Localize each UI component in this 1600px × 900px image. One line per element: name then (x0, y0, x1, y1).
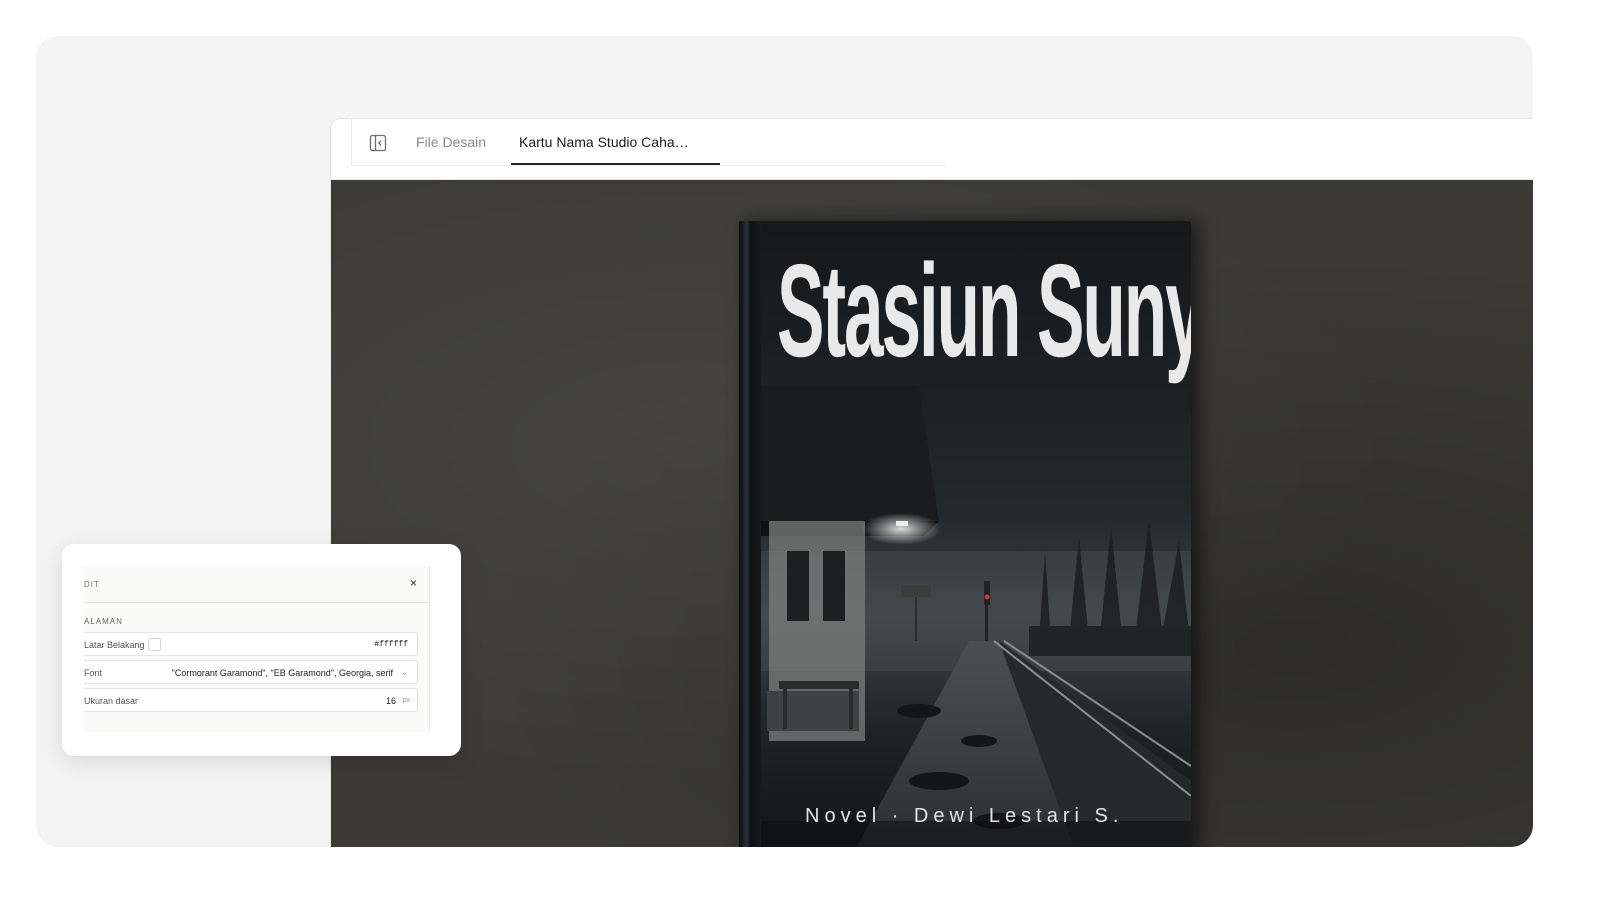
unit-label: px (402, 697, 410, 704)
panel-header: DIT × (84, 566, 429, 603)
field-label: Ukuran dasar (84, 696, 139, 706)
close-icon[interactable]: × (410, 576, 417, 590)
edit-panel: DIT × ALAMAN Latar Belakang #ffffff Font… (84, 566, 430, 732)
editor-window: File Desain Kartu Nama Studio Caha… Stas… (331, 119, 1533, 847)
tab-file-desain[interactable]: File Desain (416, 134, 486, 150)
background-color-field[interactable]: Latar Belakang #ffffff (84, 632, 418, 656)
tab-kartu-nama[interactable]: Kartu Nama Studio Caha… (519, 134, 689, 150)
design-canvas[interactable]: Stasiun Sunyi Novel · Dewi Lestari S. (331, 180, 1533, 847)
book-subtitle: Novel · Dewi Lestari S. (805, 805, 1124, 827)
book-title: Stasiun Sunyi (777, 237, 1191, 384)
base-size-value[interactable]: 16 (386, 696, 396, 706)
tab-bar: File Desain Kartu Nama Studio Caha… (331, 119, 1533, 180)
background-color-value[interactable]: #ffffff (374, 640, 408, 649)
field-label: Font (84, 668, 103, 678)
chevron-down-icon[interactable]: ⌄ (401, 668, 408, 677)
field-label: Latar Belakang (84, 640, 145, 650)
tab-strip: File Desain Kartu Nama Studio Caha… (351, 119, 946, 166)
book-spine (739, 221, 761, 847)
edit-panel-popover: DIT × ALAMAN Latar Belakang #ffffff Font… (62, 544, 461, 756)
font-select[interactable]: Font "Cormorant Garamond", "EB Garamond"… (84, 660, 418, 684)
panel-title: DIT (84, 580, 100, 589)
color-swatch[interactable] (148, 638, 161, 651)
sidebar-toggle-icon[interactable] (369, 134, 387, 152)
book-cover-mockup: Stasiun Sunyi Novel · Dewi Lestari S. (739, 221, 1191, 847)
base-size-field[interactable]: Ukuran dasar 16 px (84, 688, 418, 712)
section-label-page: ALAMAN (84, 617, 123, 626)
active-tab-indicator (511, 163, 720, 165)
font-value[interactable]: "Cormorant Garamond", "EB Garamond", Geo… (172, 668, 393, 678)
